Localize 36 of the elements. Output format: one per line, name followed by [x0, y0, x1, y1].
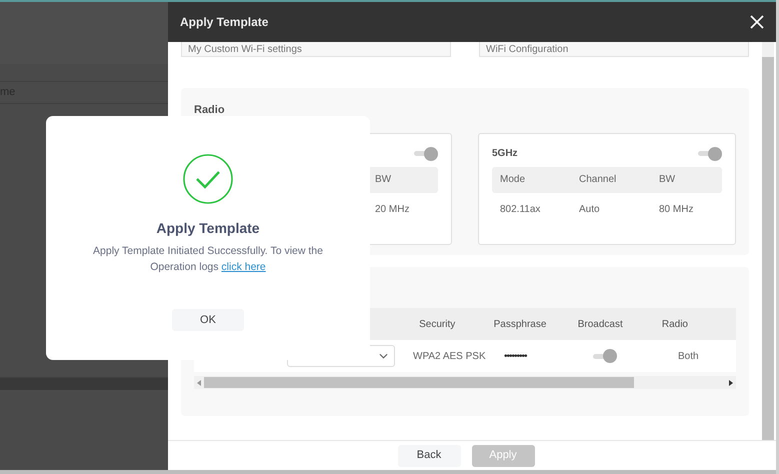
band-name: 5GHz — [492, 147, 518, 161]
text-field[interactable]: My Custom Wi-Fi settings — [181, 42, 451, 57]
chevron-down-icon — [379, 353, 388, 359]
band-column-header: BW — [659, 173, 676, 187]
band-column-header: BW — [375, 173, 392, 187]
toggle-switch[interactable] — [696, 146, 722, 160]
column-header: Radio — [660, 318, 689, 332]
vertical-scrollbar[interactable] — [762, 42, 774, 440]
dialog-message: Apply Template Initiated Successfully. To view the Operation logs click here — [92, 244, 324, 275]
band-column-header: Channel — [579, 173, 618, 187]
band-value: 802.11ax — [500, 203, 542, 217]
table-cell-text: Both — [677, 350, 699, 364]
section-title: Radio — [194, 103, 226, 118]
scroll-right-icon — [729, 380, 733, 386]
scroll-left-icon — [197, 380, 201, 386]
band-value: 80 MHz — [659, 203, 694, 217]
band-value: Auto — [579, 203, 601, 217]
column-header: Broadcast — [576, 318, 624, 332]
table-cell-text: ••••••••• — [503, 350, 528, 364]
horizontal-scrollbar[interactable] — [194, 376, 736, 389]
toggle-switch[interactable] — [412, 146, 438, 160]
text-field[interactable]: WiFi Configuration — [479, 42, 749, 57]
band-value: 20 MHz — [375, 203, 410, 217]
toggle-switch[interactable] — [591, 349, 617, 363]
column-header: Security — [418, 318, 456, 332]
click-here-link[interactable]: click here — [221, 261, 266, 273]
dialog-title: Apply Template — [180, 14, 268, 31]
band-column-header: Mode — [500, 173, 526, 187]
dialog-heading: Apply Template — [156, 219, 260, 238]
column-header: Passphrase — [492, 318, 548, 332]
close-button[interactable] — [750, 15, 764, 29]
table-cell-text: WPA2 AES PSK — [412, 350, 487, 364]
ok-button[interactable]: OK — [172, 309, 244, 331]
footer-button[interactable]: Back — [398, 444, 460, 466]
check-circle-icon — [183, 154, 233, 204]
close-icon — [750, 15, 764, 29]
